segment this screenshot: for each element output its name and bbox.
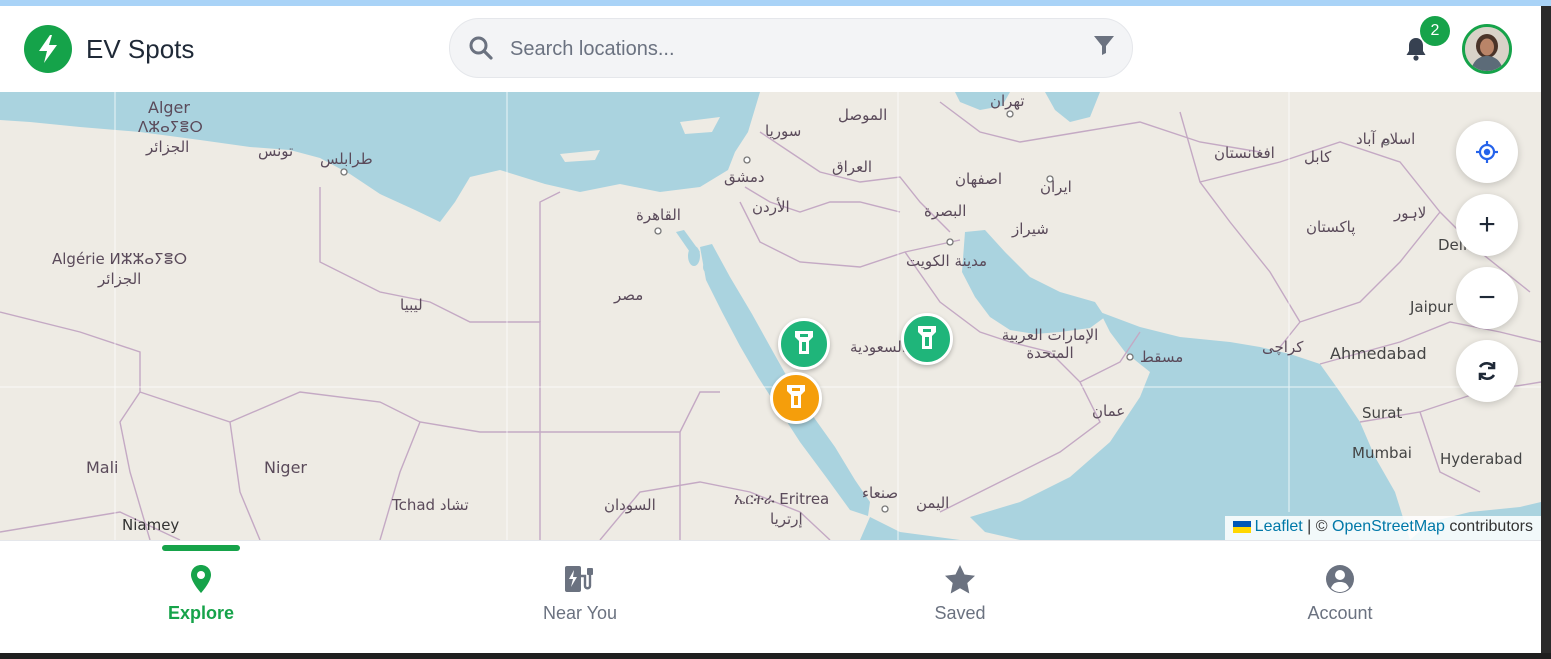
lightning-icon <box>39 35 57 63</box>
zoom-in-button[interactable]: + <box>1456 194 1518 256</box>
map-pin-icon <box>191 565 211 593</box>
nav-label: Saved <box>934 603 986 623</box>
notification-badge: 2 <box>1420 16 1450 46</box>
app-header: EV Spots 2 <box>0 6 1541 92</box>
station-marker[interactable] <box>901 313 953 365</box>
map-label: Surat <box>1362 404 1403 422</box>
zoom-out-button[interactable]: − <box>1456 267 1518 329</box>
map-label: مصر <box>614 286 644 304</box>
map-label: افغانستان <box>1214 144 1275 162</box>
search-bar <box>449 18 1133 78</box>
map-label: لاہور <box>1394 204 1427 222</box>
ev-charger-icon <box>565 566 593 592</box>
map-label: Alger <box>148 98 190 117</box>
map-label: الجزائر <box>146 138 190 156</box>
map-label: Algérie ⵍⵣⵣⴰⵢⴻⵔ <box>52 250 188 268</box>
locate-me-button[interactable] <box>1456 121 1518 183</box>
map-label: الموصل <box>838 106 888 124</box>
refresh-icon <box>1478 362 1496 380</box>
map-label: مدينة الكويت <box>906 252 988 270</box>
map-label: العراق <box>832 158 873 176</box>
map-label: الإمارات العربية المتحدة <box>1001 326 1099 362</box>
app-window: EV Spots 2 <box>0 6 1541 653</box>
map-label: Niger <box>264 458 307 477</box>
map-label: إرتريا <box>770 510 803 528</box>
map-label: الجزائر <box>98 270 142 288</box>
ukraine-flag-icon <box>1232 520 1251 533</box>
map-label: Mumbai <box>1352 444 1412 462</box>
station-marker[interactable] <box>778 318 830 370</box>
map-label: کابل <box>1304 148 1332 166</box>
nav-item-explore[interactable]: Explore <box>101 561 301 641</box>
nav-item-account[interactable]: Account <box>1240 561 1440 641</box>
map-label: السعودية <box>850 338 907 356</box>
map-label: اصفهان <box>955 170 1002 188</box>
user-avatar[interactable] <box>1462 24 1512 74</box>
map-label: Tchad تشاد <box>392 496 469 514</box>
map-label: البصرة <box>924 202 967 220</box>
attribution-suffix: contributors <box>1444 518 1533 535</box>
map-label: Jaipur <box>1410 298 1453 316</box>
charging-station-icon <box>787 385 805 408</box>
nav-label: Account <box>1307 603 1373 623</box>
map-label: Niamey <box>122 516 180 534</box>
charging-station-icon <box>795 331 813 354</box>
map-attribution: Leaflet | © OpenStreetMap contributors <box>1224 516 1541 540</box>
map-label: تونس <box>258 142 294 160</box>
map-label: Hyderabad <box>1440 450 1523 468</box>
map-label: تهران <box>990 92 1025 110</box>
refresh-button[interactable] <box>1456 340 1518 402</box>
map-label: پاکستان <box>1306 218 1356 236</box>
map-label: ⴷⵣⴰⵢⴻⵔ <box>138 118 203 136</box>
map-label: اليمن <box>916 494 950 512</box>
map-label: ایران <box>1040 178 1072 196</box>
nav-label: Near You <box>542 603 618 623</box>
active-tab-indicator <box>162 545 240 551</box>
map-label: طرابلس <box>320 150 373 168</box>
map-label: صنعاء <box>862 484 899 502</box>
leaflet-link[interactable]: Leaflet <box>1255 518 1303 535</box>
map-label: سوريا <box>765 122 802 140</box>
app-logo[interactable] <box>24 25 72 73</box>
map-label: Ahmedabad <box>1330 344 1427 363</box>
avatar-image <box>1465 27 1509 71</box>
map-label: Mali <box>86 458 119 477</box>
map-label: القاهرة <box>636 206 681 224</box>
nav-label: Explore <box>167 603 235 623</box>
map-label: دمشق <box>724 168 765 186</box>
star-icon <box>945 565 975 594</box>
user-circle-icon <box>1326 565 1354 593</box>
map-label: السودان <box>604 496 656 514</box>
bottom-navigation: Explore Near You Saved Account <box>0 540 1541 653</box>
map-label: مسقط <box>1140 348 1184 366</box>
filter-icon[interactable] <box>1092 33 1116 57</box>
map-label: ليبيا <box>400 296 423 314</box>
map-view[interactable]: Alger ⴷⵣⴰⵢⴻⵔ الجزائر تونس طرابلس سوريا ا… <box>0 92 1541 540</box>
crosshair-icon <box>1476 141 1498 163</box>
osm-link[interactable]: OpenStreetMap <box>1332 518 1445 535</box>
map-label: ኤርትራ Eritrea <box>734 490 830 508</box>
map-label: الأردن <box>752 198 790 216</box>
map-label: اسلام آباد <box>1356 130 1416 148</box>
map-label: کراچی <box>1262 338 1304 356</box>
map-label: شیراز <box>1012 220 1049 238</box>
nav-item-near-you[interactable]: Near You <box>480 561 680 641</box>
attribution-separator: | © <box>1302 518 1332 535</box>
search-icon <box>469 36 493 60</box>
map-label: عمان <box>1092 402 1126 420</box>
station-marker[interactable] <box>770 372 822 424</box>
window-bottom-border <box>0 653 1551 659</box>
nav-item-saved[interactable]: Saved <box>860 561 1060 641</box>
search-input[interactable] <box>510 29 1070 69</box>
charging-station-icon <box>918 326 936 349</box>
app-title: EV Spots <box>86 34 195 64</box>
